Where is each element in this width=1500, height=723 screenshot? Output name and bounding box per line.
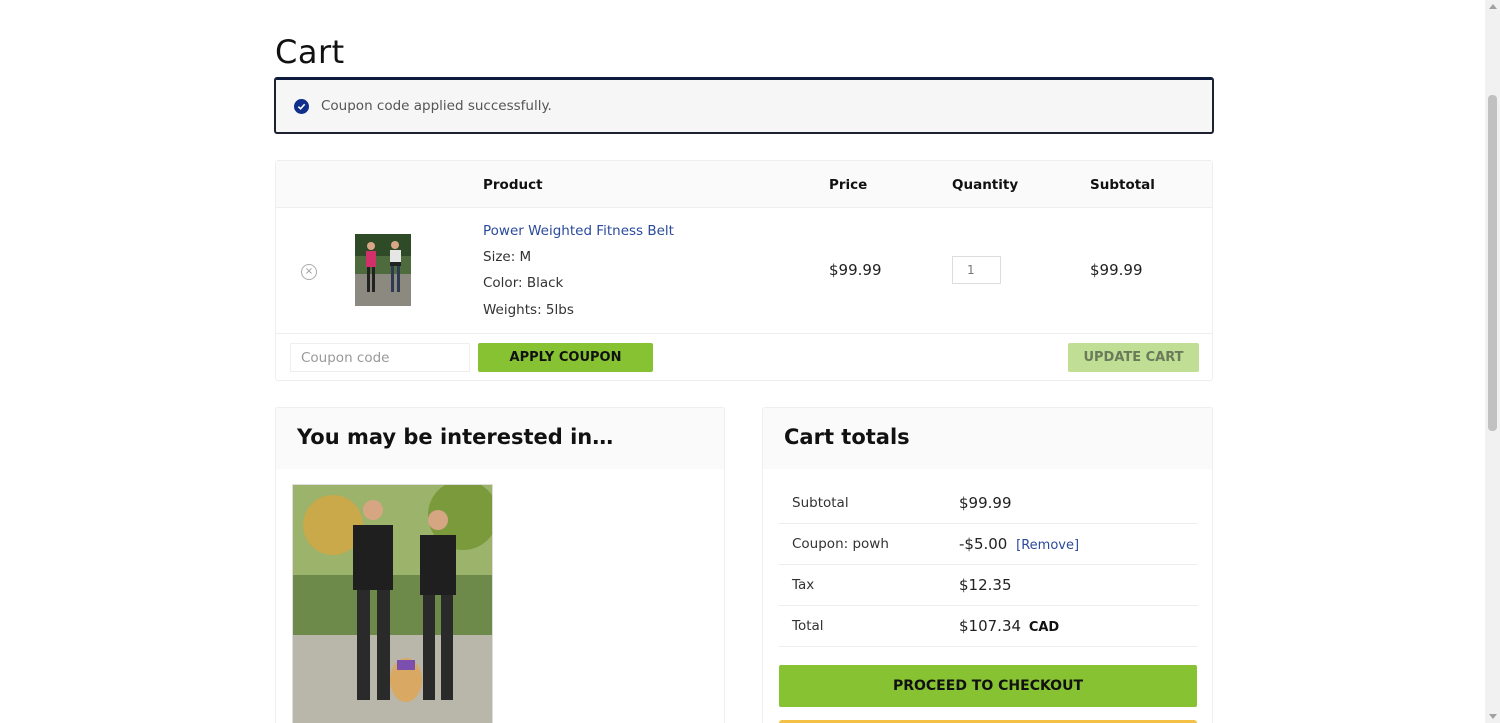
check-circle-icon [294, 98, 309, 114]
scroll-down-arrow-icon[interactable] [1489, 714, 1497, 719]
upsell-product-image[interactable] [292, 484, 493, 723]
header-price: Price [829, 177, 868, 193]
product-weights: Weights: 5lbs [483, 302, 574, 318]
apply-coupon-button[interactable]: APPLY COUPON [478, 343, 653, 372]
totals-tax-row: Tax $12.35 [779, 565, 1198, 606]
totals-coupon-row: Coupon: powh -$5.00 [Remove] [779, 524, 1198, 565]
scroll-up-arrow-icon[interactable] [1489, 4, 1497, 9]
coupon-code-input[interactable]: Coupon code [290, 343, 470, 372]
cart-totals-panel: Cart totals Subtotal $99.99 Coupon: powh… [762, 407, 1213, 723]
upsell-panel: You may be interested in… [275, 407, 725, 723]
scrollbar-thumb[interactable] [1488, 95, 1497, 431]
product-name-link[interactable]: Power Weighted Fitness Belt [483, 223, 674, 239]
header-product: Product [483, 177, 543, 193]
coupon-discount-value: -$5.00 [959, 535, 1008, 553]
product-size: Size: M [483, 249, 532, 265]
item-price: $99.99 [829, 261, 882, 279]
header-quantity: Quantity [952, 177, 1019, 193]
cart-table-header: Product Price Quantity Subtotal [276, 161, 1212, 208]
total-value: $107.34 [959, 617, 1022, 635]
subtotal-label: Subtotal [792, 495, 849, 511]
totals-total-row: Total $107.34 CAD [779, 606, 1198, 647]
quantity-input[interactable]: 1 [952, 256, 1001, 284]
header-subtotal: Subtotal [1090, 177, 1155, 193]
tax-value: $12.35 [959, 576, 1012, 594]
tax-label: Tax [792, 577, 815, 593]
remove-coupon-link[interactable]: [Remove] [1016, 538, 1079, 553]
proceed-to-checkout-button[interactable]: PROCEED TO CHECKOUT [779, 665, 1197, 707]
upsell-heading: You may be interested in… [276, 408, 724, 469]
coupon-label: Coupon: powh [792, 536, 889, 552]
product-thumbnail[interactable] [355, 234, 411, 306]
subtotal-value: $99.99 [959, 494, 1012, 512]
notice-message: Coupon code applied successfully. [321, 98, 552, 114]
product-color: Color: Black [483, 275, 564, 291]
coupon-success-notice: Coupon code applied successfully. [274, 77, 1214, 134]
cart-table: Product Price Quantity Subtotal × Power … [275, 160, 1213, 381]
update-cart-button[interactable]: UPDATE CART [1068, 343, 1199, 372]
item-subtotal: $99.99 [1090, 261, 1143, 279]
total-currency: CAD [1028, 620, 1060, 635]
totals-subtotal-row: Subtotal $99.99 [779, 483, 1198, 524]
remove-item-icon[interactable]: × [301, 264, 317, 280]
cart-item-row: × Power Weighted Fitness Belt Size: M Co… [276, 208, 1212, 334]
cart-totals-heading: Cart totals [763, 408, 1212, 469]
page-title: Cart [275, 33, 345, 71]
page-scrollbar[interactable] [1485, 0, 1500, 723]
cart-actions: Coupon code APPLY COUPON UPDATE CART [276, 334, 1212, 380]
total-label: Total [792, 618, 824, 634]
